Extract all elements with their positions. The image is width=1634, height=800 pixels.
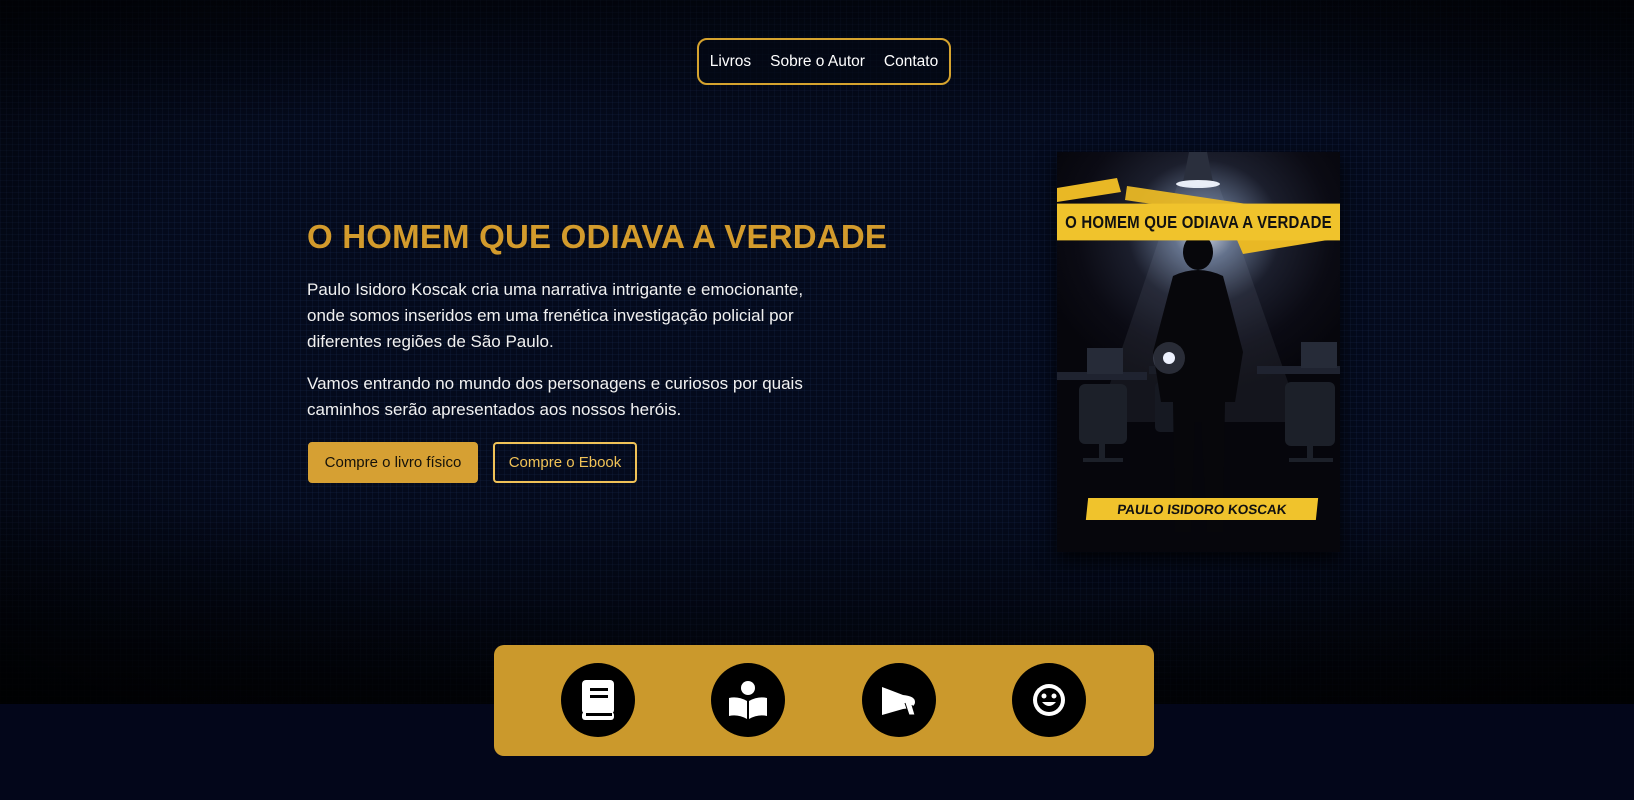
description-paragraph-2: Vamos entrando no mundo dos personagens … bbox=[307, 374, 803, 419]
cover-author: PAULO ISIDORO KOSCAK bbox=[1085, 498, 1319, 520]
buy-physical-book-button[interactable]: Compre o livro físico bbox=[308, 442, 478, 483]
buy-ebook-button[interactable]: Compre o Ebook bbox=[493, 442, 637, 483]
megaphone-icon bbox=[882, 687, 916, 716]
book-cover[interactable]: O HOMEM QUE ODIAVA A VERDADE PAULO ISIDO… bbox=[1057, 152, 1340, 552]
feature-announcements-button[interactable] bbox=[862, 663, 936, 737]
book-icon bbox=[582, 680, 614, 720]
feature-books-button[interactable] bbox=[561, 663, 635, 737]
nav-item-sobre-o-autor[interactable]: Sobre o Autor bbox=[770, 53, 865, 71]
description-paragraph-1: Paulo Isidoro Koscak cria uma narrativa … bbox=[307, 280, 804, 351]
features-bar bbox=[494, 645, 1154, 756]
smiley-icon bbox=[1033, 684, 1065, 716]
nav-item-livros[interactable]: Livros bbox=[710, 53, 751, 71]
nav-item-contato[interactable]: Contato bbox=[884, 53, 938, 71]
cover-title: O HOMEM QUE ODIAVA A VERDADE bbox=[1057, 203, 1340, 241]
reader-icon bbox=[729, 681, 767, 719]
book-title: O HOMEM QUE ODIAVA A VERDADE bbox=[307, 218, 888, 255]
feature-contact-button[interactable] bbox=[1012, 663, 1086, 737]
main-nav: Livros Sobre o Autor Contato bbox=[697, 38, 951, 85]
feature-reading-button[interactable] bbox=[711, 663, 785, 737]
